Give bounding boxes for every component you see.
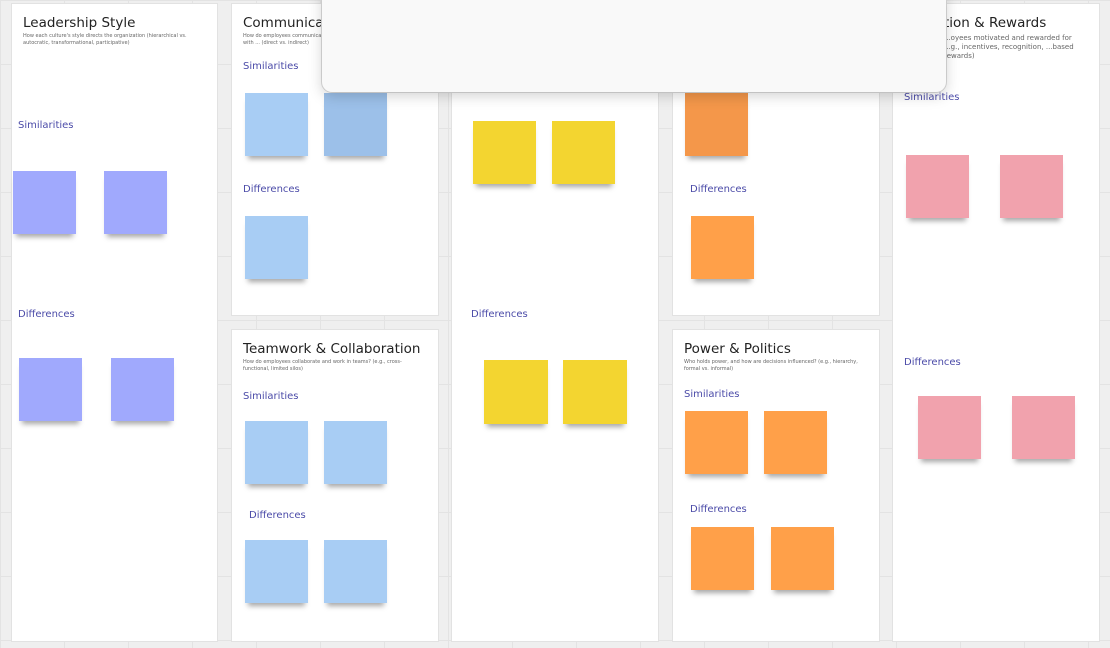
- sticky-note[interactable]: [1000, 155, 1063, 218]
- differences-label: Differences: [243, 184, 300, 195]
- frame-description: How do employees communicate with ... (d…: [243, 33, 327, 46]
- differences-label: Differences: [690, 504, 747, 515]
- sticky-note[interactable]: [918, 396, 981, 459]
- frame-title: Teamwork & Collaboration: [243, 341, 421, 357]
- sticky-note[interactable]: [473, 121, 536, 184]
- sticky-note[interactable]: [324, 421, 387, 484]
- frame-leadership-style[interactable]: Leadership Style How each culture's styl…: [12, 4, 217, 641]
- frame-description: How do employees collaborate and work in…: [243, 359, 402, 372]
- sticky-note[interactable]: [563, 360, 627, 424]
- similarities-label: Similarities: [243, 391, 299, 402]
- sticky-note[interactable]: [245, 540, 308, 603]
- sticky-note[interactable]: [324, 93, 387, 156]
- sticky-note[interactable]: [685, 93, 748, 156]
- differences-label: Differences: [249, 510, 306, 521]
- frame-yellow-column[interactable]: Differences: [452, 4, 658, 641]
- sticky-note[interactable]: [484, 360, 548, 424]
- differences-label: Differences: [904, 357, 961, 368]
- sticky-note[interactable]: [906, 155, 969, 218]
- frame-teamwork-collaboration[interactable]: Teamwork & Collaboration How do employee…: [232, 330, 438, 641]
- sticky-note[interactable]: [111, 358, 174, 421]
- frame-title: Power & Politics: [684, 341, 791, 357]
- differences-label: Differences: [18, 309, 75, 320]
- sticky-note[interactable]: [245, 93, 308, 156]
- sticky-note[interactable]: [691, 216, 754, 279]
- sticky-note[interactable]: [764, 411, 827, 474]
- sticky-note[interactable]: [771, 527, 834, 590]
- sticky-note[interactable]: [324, 540, 387, 603]
- frame-description: How each culture's style directs the org…: [23, 33, 187, 46]
- frame-power-politics[interactable]: Power & Politics Who holds power, and ho…: [673, 330, 879, 641]
- frame-description: Who holds power, and how are decisions i…: [684, 359, 858, 372]
- differences-label: Differences: [471, 309, 528, 320]
- sticky-note[interactable]: [1012, 396, 1075, 459]
- frame-title: tion & Rewards: [944, 15, 1047, 31]
- sticky-note[interactable]: [245, 421, 308, 484]
- sticky-note[interactable]: [552, 121, 615, 184]
- differences-label: Differences: [690, 184, 747, 195]
- sticky-note[interactable]: [245, 216, 308, 279]
- similarities-label: Similarities: [18, 120, 74, 131]
- overlay-panel[interactable]: [322, 0, 946, 92]
- frame-title: Communicat: [243, 15, 329, 31]
- sticky-note[interactable]: [104, 171, 167, 234]
- frame-title: Leadership Style: [23, 15, 136, 31]
- similarities-label: Similarities: [904, 92, 960, 103]
- similarities-label: Similarities: [243, 61, 299, 72]
- sticky-note[interactable]: [691, 527, 754, 590]
- frame-motivation-rewards[interactable]: tion & Rewards ...oyees motivated and re…: [893, 4, 1099, 641]
- similarities-label: Similarities: [684, 389, 740, 400]
- sticky-note[interactable]: [685, 411, 748, 474]
- frame-description: ...oyees motivated and rewarded for ...g…: [944, 34, 1074, 60]
- sticky-note[interactable]: [13, 171, 76, 234]
- sticky-note[interactable]: [19, 358, 82, 421]
